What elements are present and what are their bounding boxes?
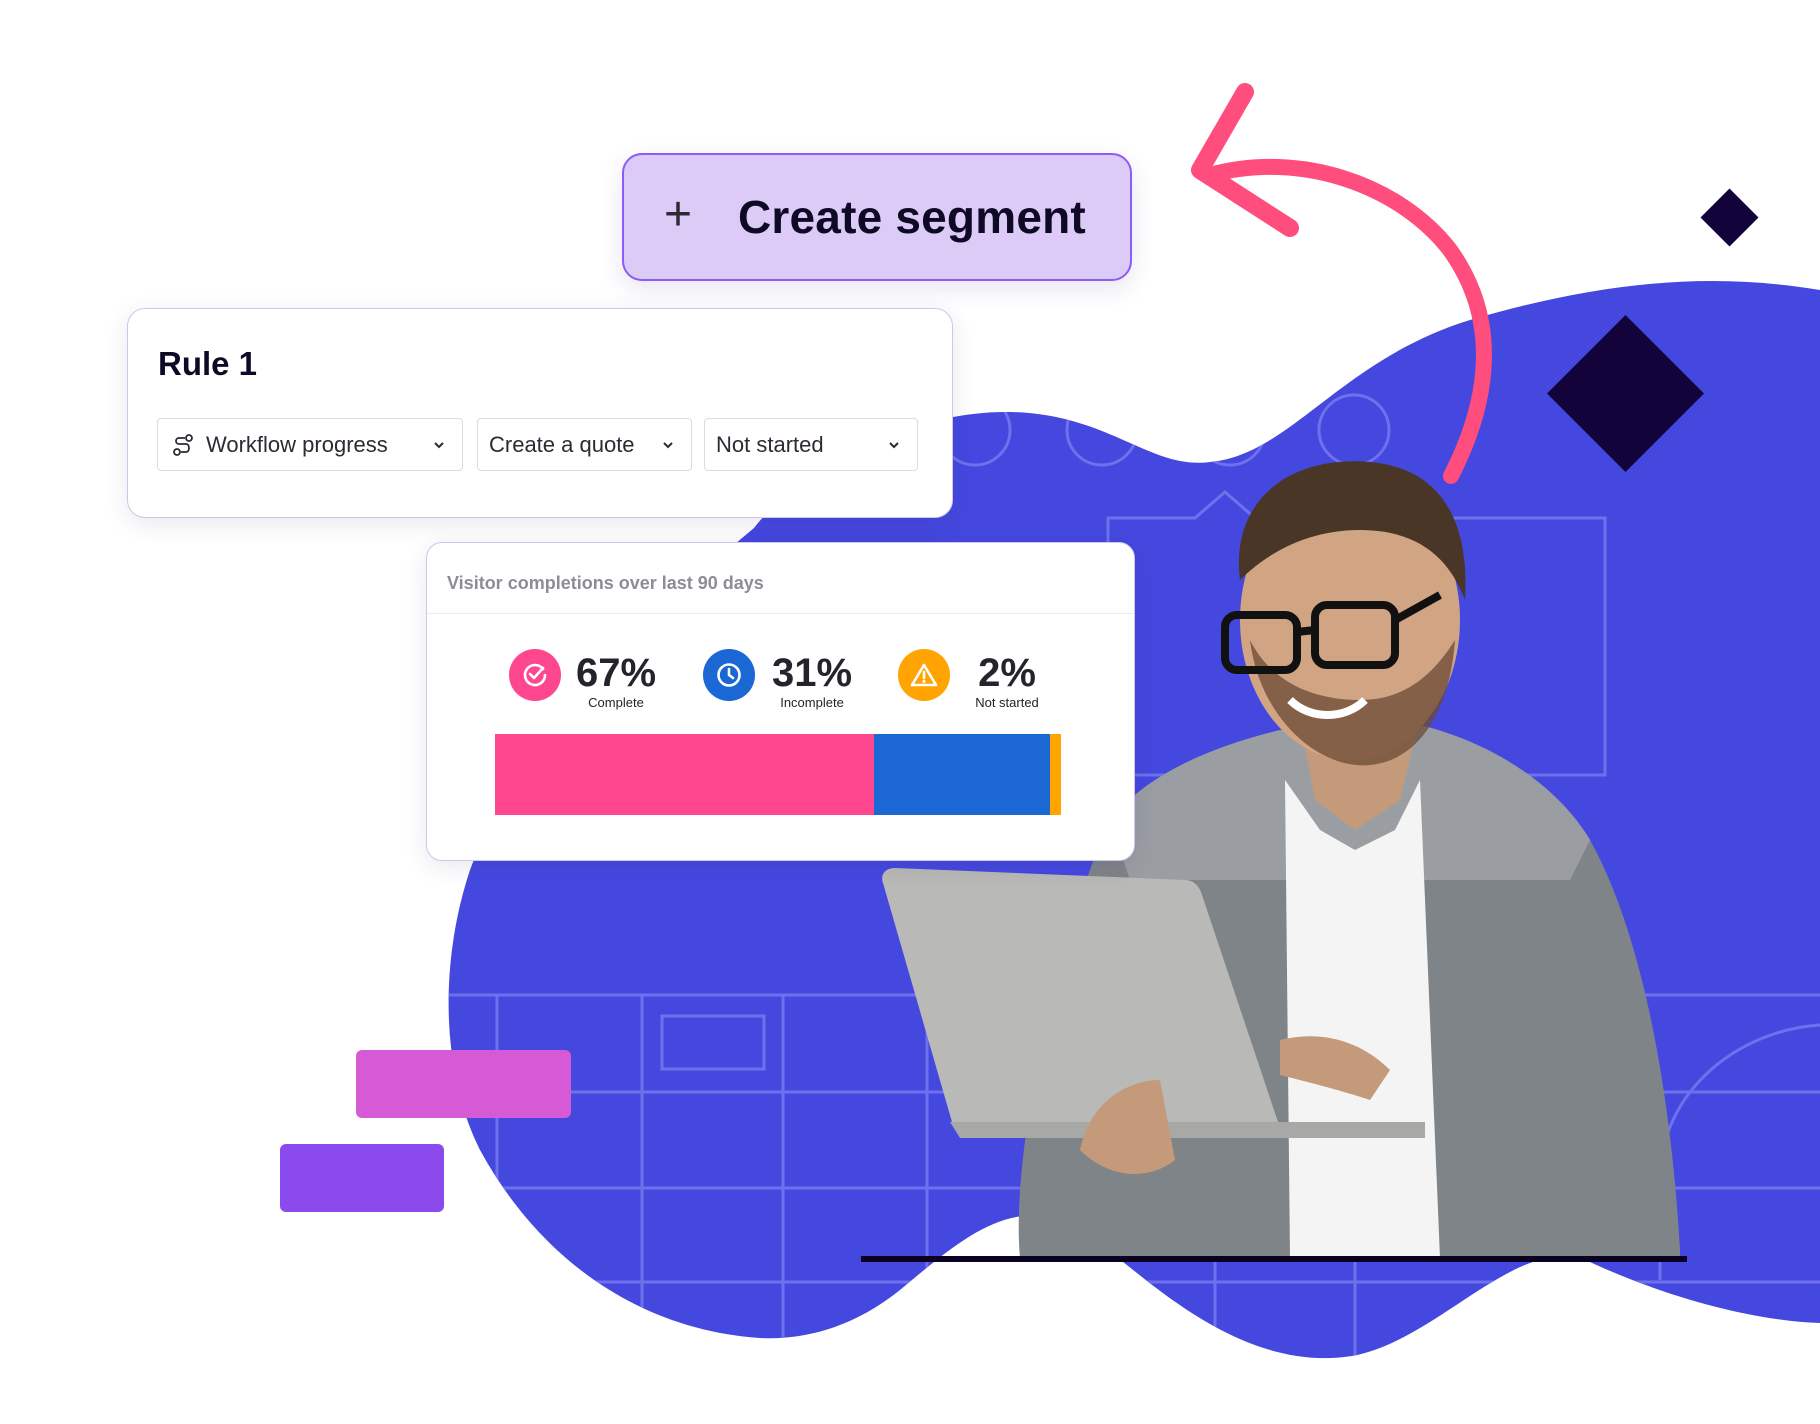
rule-title: Rule 1 (158, 345, 258, 382)
dropdown-value: Workflow progress (206, 431, 388, 457)
not-started-label: Not started (975, 695, 1039, 710)
chevron-down-icon (434, 441, 444, 448)
check-circle-icon (509, 649, 561, 701)
bar-segment-not-started (1049, 734, 1061, 815)
card-title: Visitor completions over last 90 days (447, 573, 764, 593)
divider (427, 613, 1134, 614)
workflow-step-dropdown[interactable]: Create a quote (477, 418, 692, 471)
plus-icon: + (664, 188, 693, 241)
clock-icon (703, 649, 755, 701)
floor-line (861, 1256, 1687, 1262)
visitor-completions-card: Visitor completions over last 90 days 67… (426, 542, 1135, 861)
rule-card: Rule 1 Workflow progress Create a quote … (127, 308, 953, 518)
bar-segment-complete (495, 734, 875, 815)
workflow-icon (173, 433, 193, 456)
pink-decoration-block (356, 1050, 571, 1118)
chevron-down-icon (663, 441, 673, 448)
dropdown-value: Not started (716, 431, 824, 457)
incomplete-label: Incomplete (780, 695, 844, 710)
create-segment-button[interactable]: + Create segment (622, 153, 1132, 281)
incomplete-percent: 31% (771, 651, 853, 695)
complete-label: Complete (588, 695, 644, 710)
complete-percent: 67% (575, 651, 657, 695)
bar-segment-incomplete (874, 734, 1050, 815)
dropdown-value: Create a quote (489, 431, 635, 457)
completion-stacked-bar (495, 734, 1061, 815)
status-dropdown[interactable]: Not started (704, 418, 918, 471)
workflow-progress-dropdown[interactable]: Workflow progress (157, 418, 463, 471)
purple-decoration-block (280, 1144, 444, 1212)
chevron-down-icon (889, 441, 899, 448)
warning-icon (898, 649, 950, 701)
create-segment-label: Create segment (738, 191, 1086, 243)
not-started-percent: 2% (978, 651, 1036, 695)
